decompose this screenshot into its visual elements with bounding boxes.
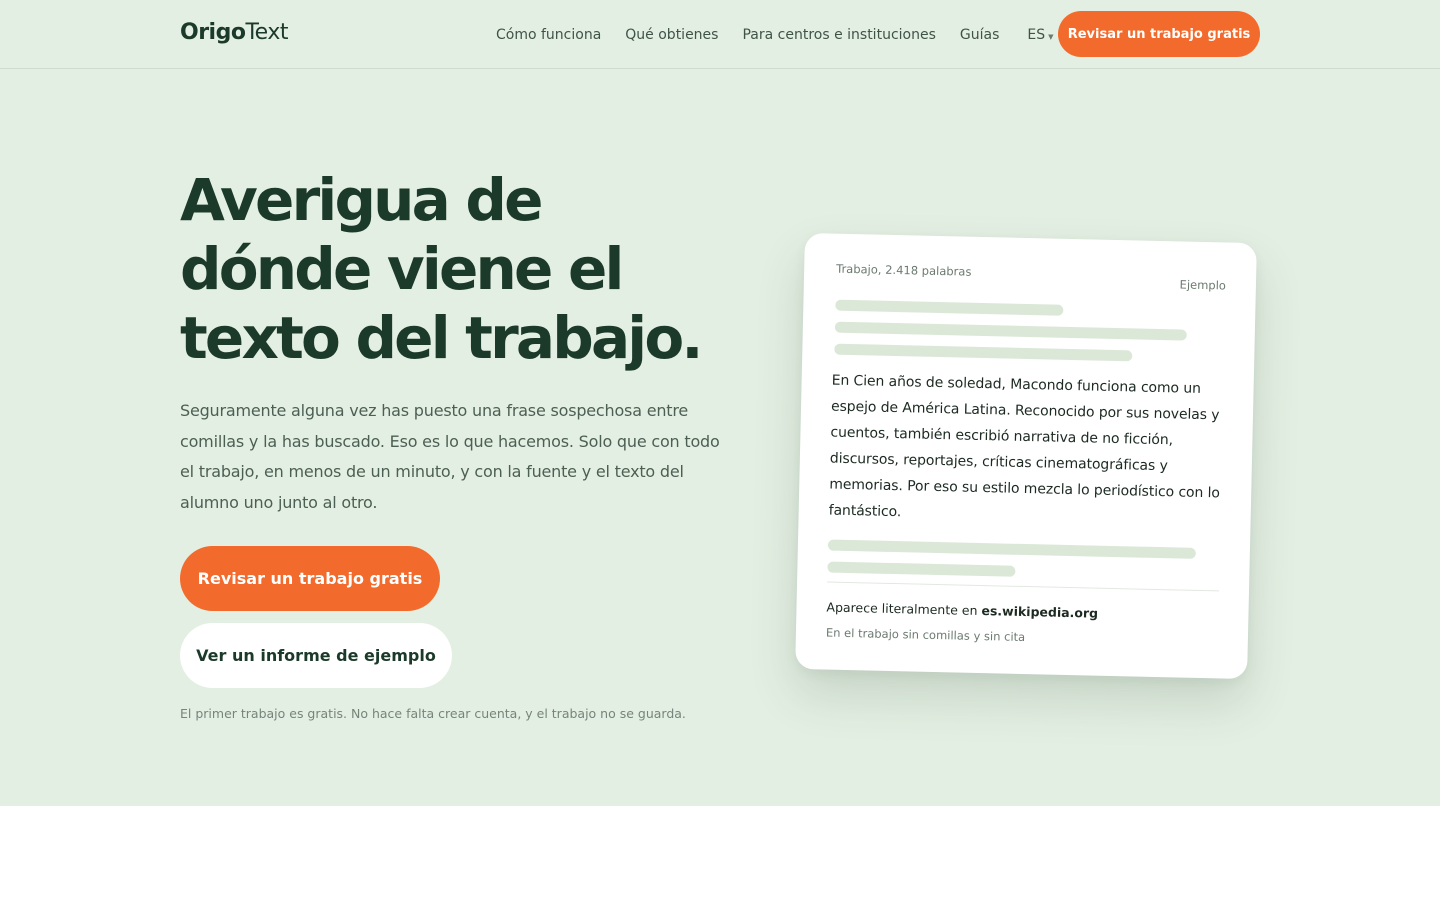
source-note: En el trabajo sin comillas y sin cita — [825, 625, 1026, 645]
placeholder-bar — [835, 299, 1064, 316]
hero-section: OrigoText Cómo funciona Qué obtienes Par… — [0, 0, 1440, 806]
hero-footnote: El primer trabajo es gratis. No hace fal… — [180, 706, 686, 721]
source-domain: es.wikipedia.org — [981, 603, 1099, 621]
site-header: OrigoText Cómo funciona Qué obtienes Par… — [0, 0, 1440, 69]
highlighted-passage: En Cien años de soledad, Macondo funcion… — [828, 372, 1221, 521]
example-report-button[interactable]: Ver un informe de ejemplo — [180, 623, 452, 688]
placeholder-bar — [834, 321, 1187, 341]
main-nav: Cómo funciona Qué obtienes Para centros … — [496, 24, 1053, 46]
nav-item-centros[interactable]: Para centros e instituciones — [742, 27, 935, 43]
card-tag: Ejemplo — [1179, 277, 1227, 293]
header-cta-button[interactable]: Revisar un trabajo gratis — [1058, 11, 1260, 57]
card-divider — [827, 581, 1220, 592]
primary-cta-button[interactable]: Revisar un trabajo gratis — [180, 546, 440, 611]
card-meta: Trabajo, 2.418 palabras — [836, 261, 972, 279]
language-label: ES — [1027, 27, 1046, 43]
placeholder-bar — [827, 539, 1196, 559]
source-line: Aparece literalmente en es.wikipedia.org — [826, 600, 1098, 621]
hero-lead: Seguramente alguna vez has puesto una fr… — [180, 401, 720, 512]
logo-bold: Origo — [180, 20, 246, 45]
nav-item-guias[interactable]: Guías — [960, 27, 999, 43]
placeholder-bar — [827, 561, 1016, 577]
placeholder-bar — [834, 343, 1133, 362]
nav-item-como-funciona[interactable]: Cómo funciona — [496, 27, 601, 43]
nav-item-que-obtienes[interactable]: Qué obtienes — [625, 27, 718, 43]
hero-headline: Averigua de dónde viene el texto del tra… — [180, 166, 703, 372]
logo-light: Text — [245, 20, 288, 45]
example-card: Trabajo, 2.418 palabras Ejemplo En Cien … — [795, 232, 1257, 680]
source-prefix: Aparece literalmente en — [826, 599, 978, 618]
logo[interactable]: OrigoText — [180, 20, 288, 45]
language-selector[interactable]: ES ▼ — [1027, 27, 1053, 43]
chevron-down-icon: ▼ — [1048, 32, 1054, 41]
